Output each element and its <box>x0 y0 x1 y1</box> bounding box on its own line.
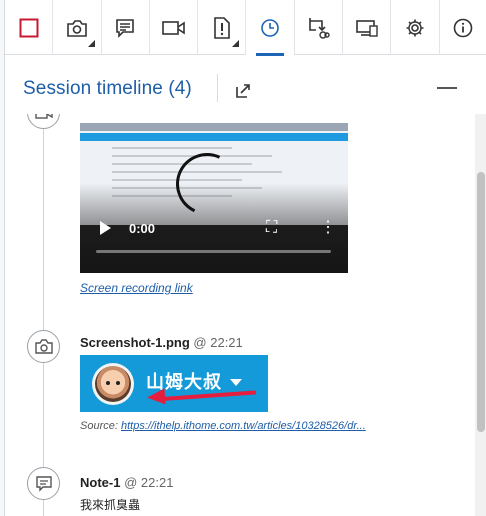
create-issue-button[interactable] <box>198 0 247 55</box>
video-player[interactable]: 0:00 ⛶ ⋮ <box>80 123 348 273</box>
screenshot-time: @ 22:21 <box>193 335 243 350</box>
toolbar <box>5 0 486 56</box>
note-title: Note-1 <box>80 475 121 490</box>
screenshot-thumbnail[interactable]: 山姆大叔 <box>80 355 268 412</box>
add-note-button[interactable] <box>102 0 150 55</box>
video-time: 0:00 <box>129 221 156 236</box>
chevron-down-icon <box>230 379 242 386</box>
header-divider <box>217 74 218 102</box>
minimize-button[interactable] <box>437 87 457 89</box>
sync-icon <box>309 17 331 39</box>
timeline-node-screenshot <box>27 330 60 363</box>
annotation-arrow-head <box>146 388 166 406</box>
settings-icon <box>406 19 424 36</box>
info-icon <box>454 18 473 37</box>
note-entry-header: Note-1 @ 22:21 <box>80 475 173 490</box>
video-icon <box>161 20 185 35</box>
popout-button[interactable] <box>232 80 254 102</box>
video-icon <box>34 114 53 119</box>
record-video-button[interactable] <box>150 0 199 55</box>
timeline-icon <box>261 18 279 37</box>
timeline-node-video <box>27 114 60 129</box>
stop-recording-button[interactable] <box>5 0 54 55</box>
screen-recording-link[interactable]: Screen recording link <box>80 281 193 295</box>
note-time: @ 22:21 <box>124 475 174 490</box>
source-label: Source: <box>80 420 118 432</box>
camera-icon <box>67 19 87 37</box>
capture-screenshot-button[interactable] <box>53 0 102 55</box>
stop-record-icon <box>19 18 39 37</box>
session-panel: Session timeline (4) 0:00 ⛶ ⋮ Screen rec… <box>4 0 486 516</box>
device-icon <box>355 19 378 37</box>
device-button[interactable] <box>343 0 392 55</box>
source-link[interactable]: https://ithelp.ithome.com.tw/articles/10… <box>121 420 366 432</box>
screenshot-filename: Screenshot-1.png <box>80 335 190 350</box>
timeline-line <box>43 114 44 516</box>
screenshot-source: Source: https://ithelp.ithome.com.tw/art… <box>80 420 366 432</box>
camera-icon <box>34 338 53 354</box>
note-text: 我來抓臭蟲 <box>80 498 141 512</box>
timeline-tab[interactable] <box>246 0 295 56</box>
settings-button[interactable] <box>391 0 440 55</box>
avatar <box>92 363 134 405</box>
video-progress-bar[interactable] <box>96 250 331 253</box>
info-button[interactable] <box>440 0 486 55</box>
page-title: Session timeline (4) <box>23 78 192 99</box>
play-icon[interactable] <box>100 221 111 235</box>
dropdown-corner-icon <box>87 40 95 47</box>
fullscreen-icon[interactable]: ⛶ <box>266 220 277 236</box>
panel-header: Session timeline (4) <box>5 56 486 114</box>
note-icon <box>116 18 135 38</box>
dropdown-corner-icon <box>232 40 240 47</box>
more-options-icon[interactable]: ⋮ <box>320 220 336 236</box>
popout-icon <box>236 84 250 98</box>
screenshot-entry-header: Screenshot-1.png @ 22:21 <box>80 335 243 350</box>
sync-button[interactable] <box>295 0 344 55</box>
timeline-node-note <box>27 467 60 500</box>
note-icon <box>35 475 52 492</box>
timeline-list: 0:00 ⛶ ⋮ Screen recording link Screensho… <box>5 114 473 516</box>
issue-icon <box>214 16 230 39</box>
scrollbar-thumb[interactable] <box>477 172 485 432</box>
